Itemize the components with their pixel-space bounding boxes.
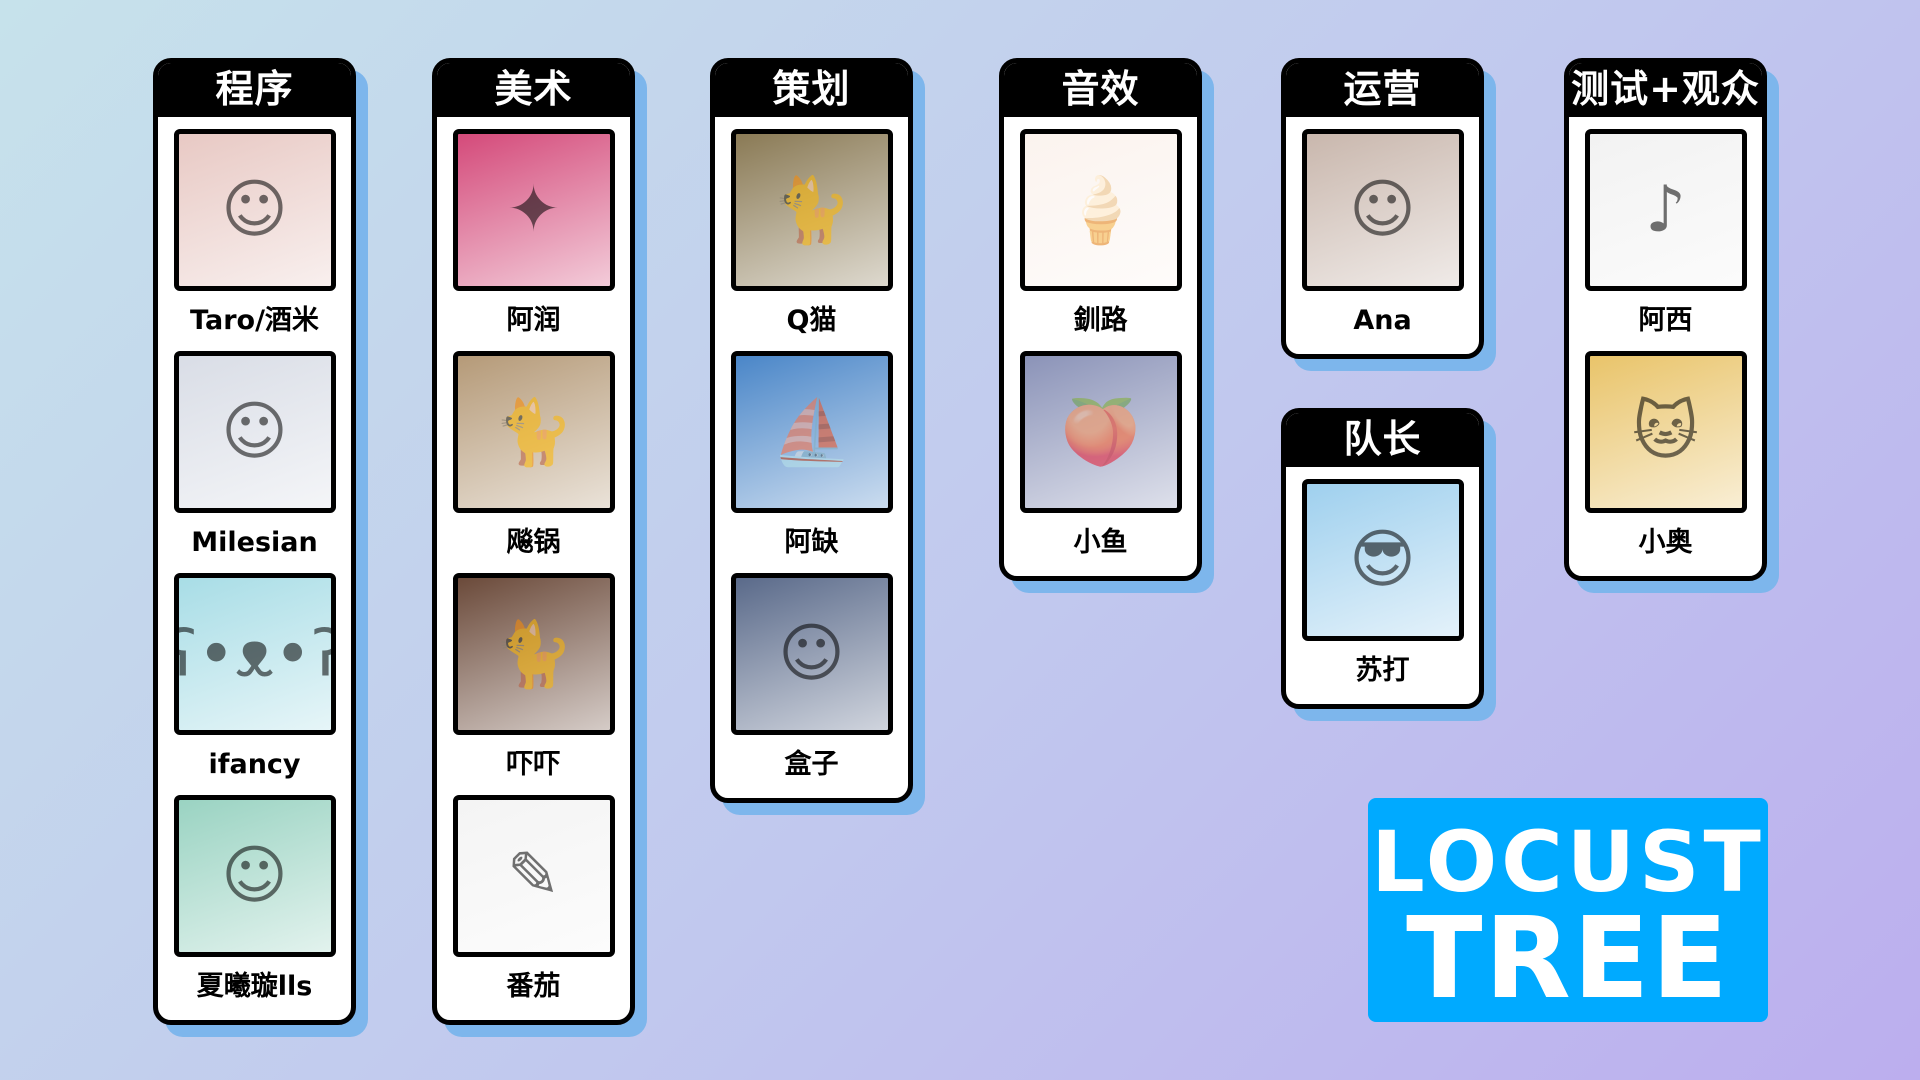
team-card: 队长 😎 苏打 [1281,408,1484,709]
member-name: 飚锅 [506,527,561,558]
member-item: ✎ 番茄 [437,795,630,1017]
team-title: 队长 [1286,413,1479,467]
member-name: 盒子 [784,749,839,780]
team-title: 运营 [1286,63,1479,117]
avatar: ☺ [173,795,336,957]
avatar: ☺ [730,573,893,735]
member-name: 阿缺 [784,527,839,558]
member-item: 🐈 吓吓 [437,573,630,795]
avatar: 🐈 [452,351,615,513]
member-name: 苏打 [1355,655,1410,686]
team-card: 音效 🍦 釧路 🍑 小鱼 [999,58,1202,581]
person-photo-icon: ☺ [1349,173,1416,247]
avatar: ☺ [1301,129,1464,291]
member-item: 😎 苏打 [1286,479,1479,701]
avatar: ♪ [1584,129,1747,291]
cartoon-bear-icon: ʕ•ᴥ•ʔ [173,617,336,692]
anime-character-icon: ☺ [221,839,288,913]
avatar: 😎 [1301,479,1464,641]
avatar: ☺ [173,129,336,291]
team-title: 音效 [1004,63,1197,117]
member-item: ⛵ 阿缺 [715,351,908,573]
avatar: 🍑 [1019,351,1182,513]
ship-painting-icon: ⛵ [771,395,852,470]
member-list: ♪ 阿西 🐱 小奥 [1569,117,1762,573]
logo-line-2: TREE [1406,894,1730,1024]
member-name: Ana [1353,305,1412,336]
member-item: 🐱 小奥 [1569,351,1762,573]
avatar: ʕ•ᴥ•ʔ [173,573,336,735]
team-card: 策划 🐈 Q猫 ⛵ 阿缺 ☺ 盒子 [710,58,913,803]
member-item: ☺ 夏曦璇lls [158,795,351,1017]
team-title: 测试+观众 [1569,63,1762,117]
logo-line-1: LOCUST [1371,813,1765,911]
member-list: ☺ Ana [1286,117,1479,351]
member-name: 小奥 [1638,527,1693,558]
illustration-monster-icon: ✦ [506,173,561,247]
member-name: 阿润 [506,305,561,336]
member-item: 🍑 小鱼 [1004,351,1197,573]
kitten-painting-icon: 🐈 [771,173,852,248]
team-title: 美术 [437,63,630,117]
team-title: 程序 [158,63,351,117]
cartoon-cat-icon: 🐱 [1632,395,1699,469]
member-item: ʕ•ᴥ•ʔ ifancy [158,573,351,795]
avatar: 🐱 [1584,351,1747,513]
avatar: 🍦 [1019,129,1182,291]
member-item: ♪ 阿西 [1569,129,1762,351]
avatar: ☺ [173,351,336,513]
member-item: ☺ 盒子 [715,573,908,795]
avatar: ✦ [452,129,615,291]
anime-girl-icon: ☺ [778,617,845,691]
locust-tree-logo: LOCUST TREE [1368,798,1768,1022]
team-card: 运营 ☺ Ana [1281,58,1484,359]
person-photo-icon: ☺ [221,395,288,469]
avatar: 🐈 [730,129,893,291]
avatar: ⛵ [730,351,893,513]
team-title: 策划 [715,63,908,117]
member-list: 🍦 釧路 🍑 小鱼 [1004,117,1197,573]
member-name: 小鱼 [1073,527,1128,558]
member-name: Q猫 [786,305,837,336]
cartoon-sunglasses-man-icon: 😎 [1349,523,1416,597]
avatar: 🐈 [452,573,615,735]
peach-sunglasses-icon: 🍑 [1060,395,1141,470]
cat-photo-icon: 🐈 [493,617,574,692]
member-name: 吓吓 [506,749,561,780]
member-item: ✦ 阿润 [437,129,630,351]
member-name: 夏曦璇lls [196,971,313,1002]
team-card: 测试+观众 ♪ 阿西 🐱 小奥 [1564,58,1767,581]
member-list: ✦ 阿润 🐈 飚锅 🐈 吓吓 ✎ 番茄 [437,117,630,1017]
member-name: Taro/酒米 [190,305,319,336]
member-name: 阿西 [1638,305,1693,336]
team-card: 美术 ✦ 阿润 🐈 飚锅 🐈 吓吓 ✎ 番茄 [432,58,635,1025]
member-item: ☺ Milesian [158,351,351,573]
member-item: ☺ Taro/酒米 [158,129,351,351]
member-name: ifancy [208,749,301,780]
member-item: ☺ Ana [1286,129,1479,351]
member-list: ☺ Taro/酒米 ☺ Milesian ʕ•ᴥ•ʔ ifancy ☺ 夏曦璇l… [158,117,351,1017]
member-list: 🐈 Q猫 ⛵ 阿缺 ☺ 盒子 [715,117,908,795]
team-card: 程序 ☺ Taro/酒米 ☺ Milesian ʕ•ᴥ•ʔ ifancy ☺ 夏… [153,58,356,1025]
member-list: 😎 苏打 [1286,467,1479,701]
cat-photo-icon: 🐈 [493,395,574,470]
person-photo-icon: ☺ [221,173,288,247]
hello-kitty-icon: 🍦 [1060,173,1141,248]
member-name: Milesian [191,527,318,558]
sketch-character-icon: ✎ [506,839,561,913]
avatar: ✎ [452,795,615,957]
member-item: 🐈 飚锅 [437,351,630,573]
member-item: 🐈 Q猫 [715,129,908,351]
member-item: 🍦 釧路 [1004,129,1197,351]
sketch-singer-icon: ♪ [1645,173,1686,247]
member-name: 番茄 [506,971,561,1002]
member-name: 釧路 [1073,305,1128,336]
